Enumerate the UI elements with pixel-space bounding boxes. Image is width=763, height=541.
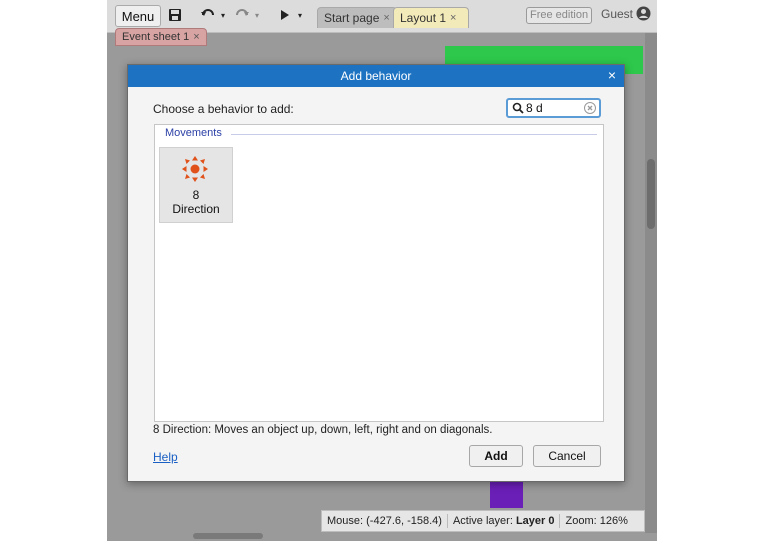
tab-event-sheet-1[interactable]: Event sheet 1 × xyxy=(115,28,207,46)
redo-dropdown-icon[interactable]: ▾ xyxy=(253,5,261,25)
vertical-scrollbar[interactable] xyxy=(645,33,657,533)
search-input[interactable] xyxy=(524,101,586,115)
undo-icon[interactable] xyxy=(199,5,217,25)
close-icon[interactable]: × xyxy=(193,31,199,43)
layout-sprite-purple[interactable] xyxy=(490,482,523,508)
redo-icon[interactable] xyxy=(233,5,251,25)
choose-behavior-label: Choose a behavior to add: xyxy=(153,102,294,116)
close-icon[interactable]: × xyxy=(383,12,389,24)
eight-direction-icon xyxy=(182,156,208,182)
tab-layout-1[interactable]: Layout 1 × xyxy=(393,7,469,28)
mouse-position: Mouse: (-427.6, -158.4) xyxy=(327,515,442,527)
dialog-title-text: Add behavior xyxy=(340,69,412,83)
save-icon[interactable] xyxy=(167,5,183,25)
close-icon[interactable]: × xyxy=(450,12,456,24)
search-box[interactable] xyxy=(506,98,601,118)
add-button[interactable]: Add xyxy=(469,445,523,467)
undo-dropdown-icon[interactable]: ▾ xyxy=(219,5,227,25)
cancel-button[interactable]: Cancel xyxy=(533,445,601,467)
status-bar: Mouse: (-427.6, -158.4) Active layer: La… xyxy=(321,510,645,532)
category-heading: Movements xyxy=(165,127,226,139)
tab-label: Layout 1 xyxy=(400,11,447,25)
scrollbar-thumb[interactable] xyxy=(647,159,655,229)
zoom-level: Zoom: 126% xyxy=(565,515,628,527)
behavior-item-8-direction[interactable]: 8 Direction xyxy=(159,147,233,223)
category-divider xyxy=(231,134,597,135)
help-link[interactable]: Help xyxy=(153,450,178,464)
dialog-title: Add behavior xyxy=(128,65,624,87)
tab-label: Event sheet 1 xyxy=(122,31,190,43)
preview-dropdown-icon[interactable]: ▾ xyxy=(296,5,304,25)
edition-badge[interactable]: Free edition xyxy=(526,7,593,24)
active-layer: Active layer: Layer 0 xyxy=(452,515,555,527)
behavior-name: 8 Direction xyxy=(172,188,220,216)
clear-search-icon[interactable] xyxy=(584,102,596,114)
search-icon xyxy=(512,102,524,114)
menu-button[interactable]: Menu xyxy=(115,5,161,27)
close-icon[interactable]: × xyxy=(608,67,616,83)
behavior-list: Movements 8 Direction xyxy=(154,124,604,422)
tab-label: Start page xyxy=(324,11,380,25)
add-behavior-dialog: Add behavior × Choose a behavior to add:… xyxy=(127,64,625,482)
behavior-description: 8 Direction: Moves an object up, down, l… xyxy=(153,424,493,436)
preview-play-icon[interactable] xyxy=(277,5,293,25)
horizontal-scrollbar-thumb[interactable] xyxy=(193,533,263,539)
user-name[interactable]: Guest xyxy=(601,7,633,21)
user-avatar-icon[interactable] xyxy=(636,6,651,24)
tab-start-page[interactable]: Start page × xyxy=(317,7,397,28)
